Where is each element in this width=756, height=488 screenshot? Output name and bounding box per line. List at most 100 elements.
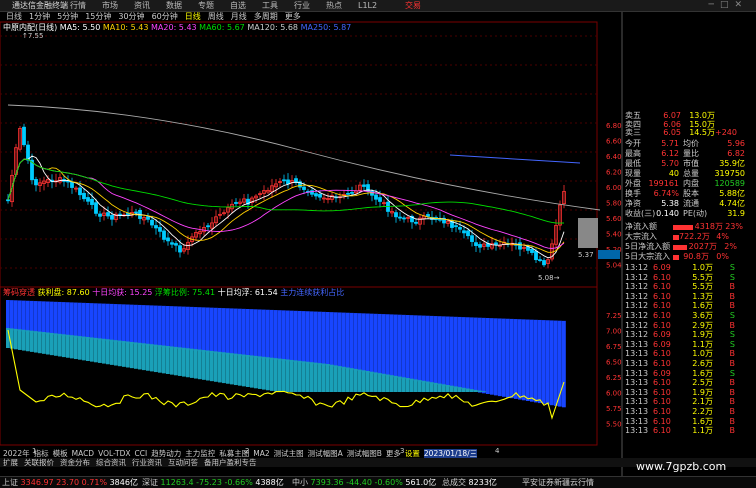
tick-row: 13:12 6.10 3.6万 S [625, 311, 745, 321]
chip-bar-float [166, 346, 170, 374]
chip-bar [438, 316, 442, 386]
chip-bar [298, 310, 302, 363]
stat-value: 5.88亿 [719, 189, 745, 198]
stat-value: 5.96 [727, 139, 745, 148]
chip-bar [150, 305, 154, 347]
indicator-tab[interactable]: MACD [72, 449, 94, 458]
candle-body [94, 202, 98, 214]
chip-bar-float [358, 369, 362, 392]
tick-list[interactable]: 13:12 6.09 1.0万 S 13:12 6.10 5.5万 S 13:12 6.10 5.5… [625, 263, 745, 436]
chip-bar [6, 300, 10, 330]
chip-bar [218, 307, 222, 354]
chip-bar-float [278, 358, 282, 392]
stat-value: 319750 [714, 169, 745, 178]
chip-bar [282, 310, 286, 362]
tick-row: 13:13 6.09 1.1万 S [625, 340, 745, 350]
indicator-tab[interactable]: CCI [135, 449, 148, 458]
chip-bar [342, 312, 346, 369]
chip-bar [310, 311, 314, 365]
chip-bar [322, 311, 326, 366]
index-quote[interactable]: 总成交 8233亿 [442, 477, 497, 488]
stat-value: 5.71 [661, 139, 679, 148]
function-tab[interactable]: 互动问答 [168, 458, 198, 467]
function-tab[interactable]: 综合资讯 [96, 458, 126, 467]
indicator-tab[interactable]: 模板 [53, 449, 68, 458]
stat-row: 现量 40 总量 319750 [625, 169, 745, 179]
indicator-tab[interactable]: 测试主图 [274, 449, 304, 458]
tick-time: 13:12 [625, 301, 649, 311]
indicator-tab[interactable]: 更多 [386, 449, 401, 458]
chip-bar [246, 309, 250, 357]
mid-annotation: 5.37 [578, 251, 594, 259]
function-tab[interactable]: 关联报价 [24, 458, 54, 467]
chip-bar [158, 305, 162, 348]
chip-bar [78, 302, 82, 339]
chip-bar-float [418, 380, 422, 392]
function-tab[interactable]: 行业资讯 [132, 458, 162, 467]
chip-bar-float [34, 331, 38, 353]
tick-price: 6.09 [653, 263, 671, 272]
chip-bar [434, 316, 438, 385]
indicator-tab[interactable]: 趋势动力 [151, 449, 181, 458]
tick-side: S [729, 330, 735, 340]
indicator-tick: 7.00 [606, 328, 622, 336]
candle-body [166, 237, 170, 242]
index-quote[interactable]: 中小 7393.36 -44.40 -0.60% 561.0亿 [292, 477, 436, 488]
candle-body [470, 235, 474, 242]
stat-key: 流通 [683, 199, 699, 208]
tick-side: B [729, 358, 736, 368]
chip-bar-float [234, 353, 238, 386]
indicator-tab[interactable]: VOL-TDX [98, 449, 130, 458]
indicator-tab[interactable]: 测试幅图B [347, 449, 382, 458]
stat-value: 40 [668, 169, 679, 178]
chip-bar [546, 320, 550, 405]
function-tab[interactable]: 资金分布 [60, 458, 90, 467]
flow-pct: 23% [725, 222, 743, 231]
candle-body [374, 194, 378, 200]
chip-bar [346, 312, 350, 370]
tick-row: 13:12 6.10 1.6万 B [625, 301, 745, 311]
candle-body [474, 242, 478, 246]
index-quote[interactable]: 上证 3346.97 23.70 0.71% 3846亿 [2, 477, 138, 488]
function-tab[interactable]: 备用户盈利专告 [204, 458, 257, 467]
tick-volume: 1.1万 [692, 339, 713, 349]
price-tick: 6.00 [606, 184, 622, 192]
chip-bar-float [370, 371, 374, 392]
chip-bar-float [134, 342, 138, 369]
indicator-tab[interactable]: 设置 [405, 449, 420, 458]
chip-bar [146, 305, 150, 346]
function-tab[interactable]: 扩展 [3, 458, 18, 467]
chip-bar [370, 313, 374, 374]
chip-bar [46, 301, 50, 335]
chip-bar [38, 301, 42, 334]
indicator-tab[interactable]: MA2 [253, 449, 269, 458]
chip-bar-float [38, 331, 42, 354]
ma-label: MA250: 5.87 [298, 23, 352, 32]
chip-bar-float [350, 368, 354, 392]
chip-bar-float [318, 363, 322, 392]
chip-bar [374, 313, 378, 375]
tick-time: 13:12 [625, 272, 649, 282]
chip-bar [454, 316, 458, 389]
chip-bar [118, 304, 122, 343]
chip-bar-float [178, 347, 182, 376]
chip-bar [202, 307, 206, 353]
chip-bar-float [466, 388, 470, 392]
indicator-tab[interactable]: 测试幅图A [308, 449, 343, 458]
tick-row: 13:12 6.10 5.5万 B [625, 282, 745, 292]
chip-bar [70, 302, 74, 338]
chip-bar [550, 320, 554, 406]
chip-bar [466, 317, 470, 391]
index-quote[interactable]: 深证 11263.4 -75.23 -0.66% 4388亿 [142, 477, 284, 488]
indicator-tab[interactable]: 私募主图 [219, 449, 249, 458]
tick-price: 6.10 [653, 378, 671, 388]
indicator-tab[interactable]: 指标 [34, 449, 49, 458]
tick-volume: 5.5万 [692, 282, 713, 292]
indicator-tab[interactable]: 主力监控 [185, 449, 215, 458]
chip-bar [534, 319, 538, 403]
high-annotation: ↑7.55 [22, 32, 43, 40]
index-name: 中小 [292, 478, 311, 487]
chip-bar [382, 314, 386, 376]
candle-body [106, 212, 110, 217]
flow-key: 5日净流入额 [625, 242, 671, 251]
